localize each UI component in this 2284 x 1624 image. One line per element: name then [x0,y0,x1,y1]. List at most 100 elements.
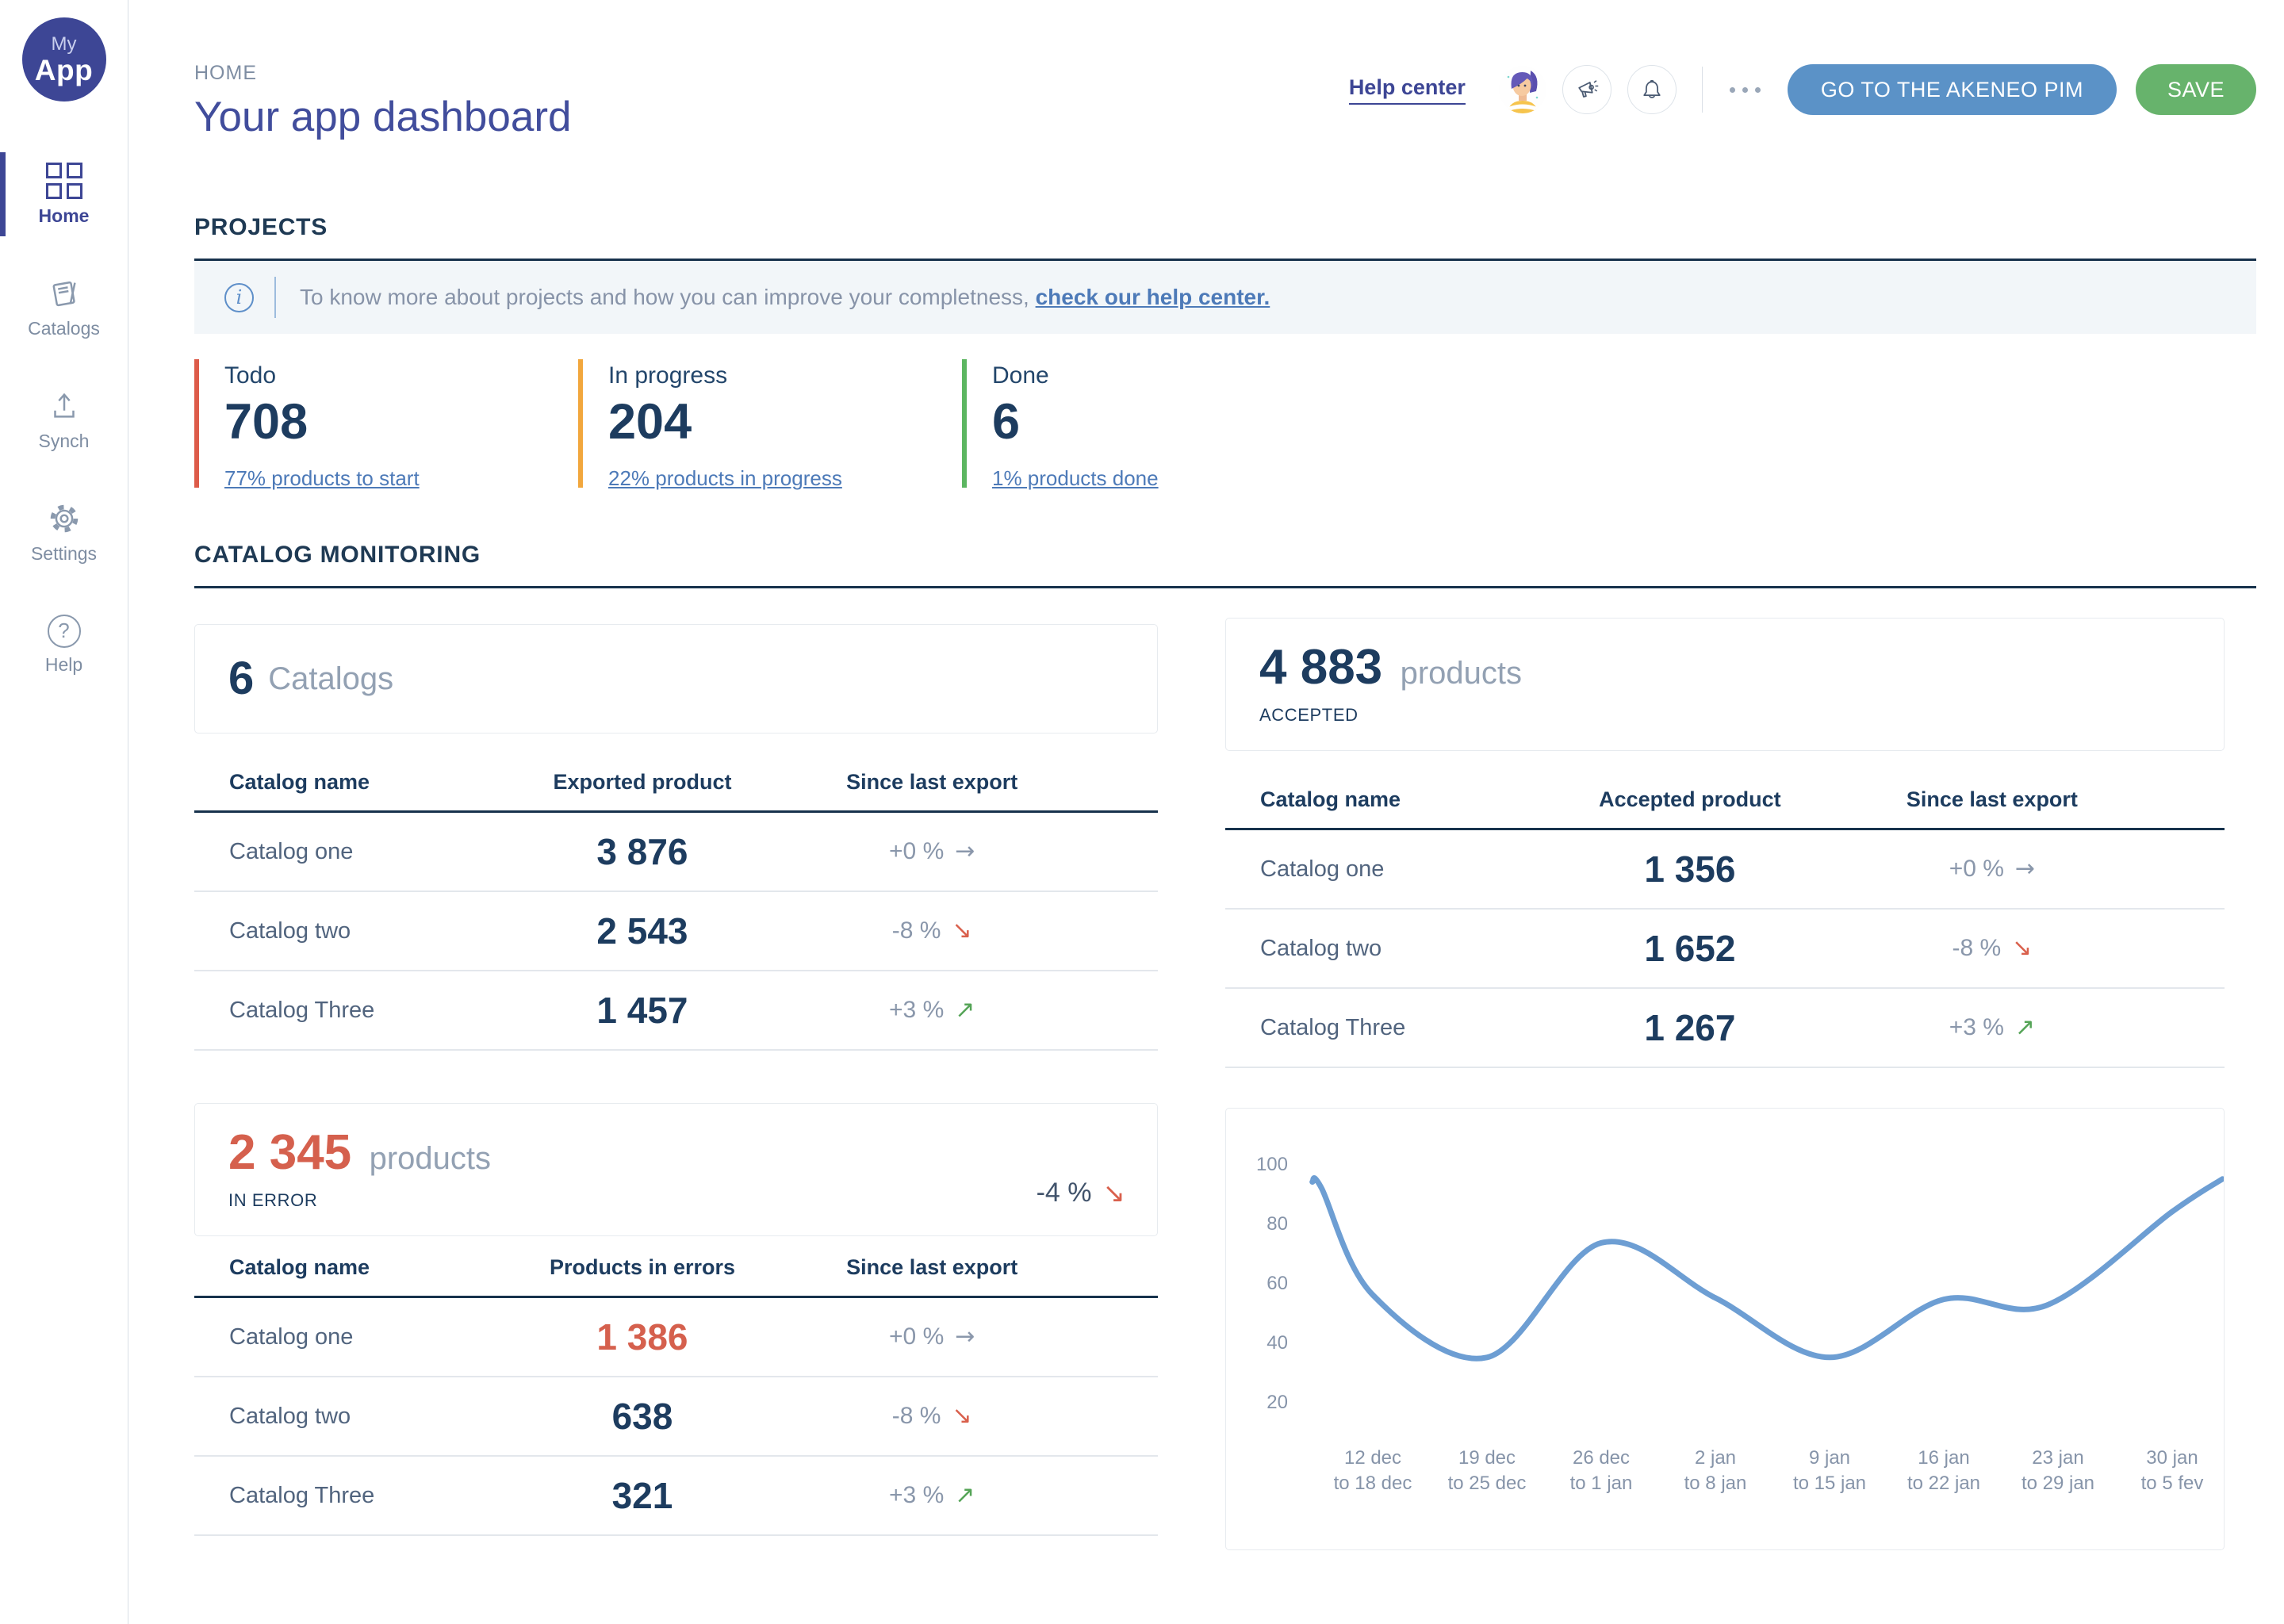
avatar[interactable] [1499,66,1546,113]
x-axis-tick: to 29 jan [2021,1473,2094,1494]
column-header: Catalog name [1225,787,1525,812]
stat-block-in-progress: In progress20422% products in progress [578,359,962,488]
info-icon: i [224,283,254,312]
trend-value: +3 % [889,1482,944,1509]
trend-cell: +3 %↗ [1949,1014,2130,1041]
save-button[interactable]: SAVE [2136,64,2256,115]
y-axis-tick: 80 [1267,1213,1288,1235]
table-header-row: Catalog nameProducts in errorsSince last… [194,1255,1158,1298]
sidebar-item-catalogs[interactable]: Catalogs [0,265,128,349]
bell-icon [1638,75,1666,104]
trend-value: +3 % [889,997,944,1024]
sidebar-item-settings[interactable]: Settings [0,490,128,574]
error-products-sub: IN ERROR [228,1190,1157,1211]
trend-value: +0 % [1949,856,2004,883]
accepted-products-sub: ACCEPTED [1259,705,2224,726]
notifications-button[interactable] [1627,65,1677,114]
trend-cell: +0 %→ [889,1323,1070,1350]
sidebar-item-label: Home [39,205,90,227]
stat-link[interactable]: 1% products done [992,466,1159,491]
error-products-table: Catalog nameProducts in errorsSince last… [194,1255,1158,1536]
table-header-row: Catalog nameExported productSince last e… [194,770,1158,813]
help-icon: ? [48,615,81,648]
projects-section-title: PROJECTS [194,214,2256,261]
sidebar: My App Home Catalogs [0,0,128,1624]
sidebar-item-synch[interactable]: Synch [0,377,128,462]
catalog-value: 321 [612,1474,673,1517]
trend-cell: +3 % ↗ [889,997,1070,1024]
monitoring-section-title: CATALOG MONITORING [194,542,2256,588]
trend-flat-icon: → [2015,857,2035,881]
stat-link[interactable]: 77% products to start [224,466,420,491]
app-logo[interactable]: My App [22,17,106,102]
project-stats: Todo70877% products to startIn progress2… [194,359,2256,488]
y-axis-tick: 60 [1267,1273,1288,1294]
column-header: Catalog name [194,770,484,795]
sidebar-item-help[interactable]: ? Help [0,603,128,687]
column-header: Since last export [846,770,1113,795]
table-row: Catalog two2 543-8 %↘ [194,892,1158,971]
accepted-products-label: products [1401,656,1522,691]
sidebar-item-label: Synch [39,431,90,452]
app-logo-line1: My [52,35,77,54]
x-axis-tick: to 8 jan [1684,1473,1747,1494]
sidebar-nav: Home Catalogs Synch [0,152,128,709]
sidebar-item-label: Help [45,654,82,676]
trend-cell: -8 %↘ [1952,935,2127,962]
column-header: Catalog name [194,1255,484,1280]
go-to-pim-button[interactable]: GO TO THE AKENEO PIM [1788,64,2117,115]
trend-up-icon: ↗ [955,998,975,1022]
trend-value: +0 % [889,838,944,865]
trend-up-icon: ↗ [2015,1016,2035,1040]
stat-value: 204 [608,397,962,447]
table-row: Catalog Three321+3 %↗ [194,1457,1158,1536]
x-axis-tick: 16 jan [1918,1447,1969,1469]
accepted-products-count: 4 883 [1259,640,1382,695]
trend-down-icon: ↘ [952,919,971,943]
x-axis-tick: to 5 fev [2141,1473,2204,1494]
more-options-icon[interactable] [1726,79,1764,101]
x-axis-tick: 19 dec [1458,1447,1516,1469]
error-card-trend: -4 % ↘ [1037,1178,1125,1208]
banner-divider [274,277,276,318]
sidebar-item-home[interactable]: Home [0,152,128,236]
exported-products-table: Catalog nameExported productSince last e… [194,770,1158,1051]
trend-cell: -8 %↘ [892,917,1067,944]
app-logo-line2: App [35,56,93,85]
error-products-label: products [370,1141,491,1176]
table-row: Catalog one3 876+0 %→ [194,813,1158,892]
help-center-link[interactable]: Help center [1349,75,1466,105]
catalogs-icon [46,275,82,312]
stat-link[interactable]: 22% products in progress [608,466,842,491]
stat-label: Todo [224,362,578,389]
catalog-value: 638 [612,1395,673,1438]
y-axis-tick: 20 [1267,1392,1288,1413]
catalog-name: Catalog one [194,1324,484,1350]
trend-cell: +3 %↗ [889,1482,1070,1509]
stat-value: 6 [992,397,1346,447]
table-row: Catalog two638-8 %↘ [194,1377,1158,1457]
stat-label: Done [992,362,1346,389]
monitoring-right-column: 4 883 products ACCEPTED Catalog name Acce… [1225,588,2225,1550]
monitoring-left-column: 6 Catalogs Catalog nameExported productS… [194,588,1158,1550]
catalog-value: 2 543 [596,910,688,952]
table-row: Catalog one1 386+0 %→ [194,1298,1158,1377]
y-axis-tick: 100 [1256,1154,1288,1175]
avatar-illustration [1499,66,1546,113]
accepted-products-card: 4 883 products ACCEPTED [1225,618,2225,751]
stat-block-todo: Todo70877% products to start [194,359,578,488]
stat-block-done: Done 6 1% products done [962,359,1346,488]
announcements-button[interactable] [1562,65,1611,114]
column-header: Products in errors [550,1255,735,1280]
trend-down-icon: ↘ [2012,936,2032,960]
info-banner: i To know more about projects and how yo… [194,261,2256,334]
error-products-count: 2 345 [228,1125,351,1180]
x-axis-tick: 12 dec [1344,1447,1401,1469]
help-center-banner-link[interactable]: check our help center. [1036,285,1270,309]
catalog-name: Catalog two [1225,936,1525,962]
column-header: Accepted product [1599,787,1781,812]
error-products-card: 2 345 products IN ERROR -4 % ↘ [194,1103,1158,1236]
trend-value: +0 % [889,1323,944,1350]
trend-cell: +0 %→ [889,838,1070,865]
x-axis-tick: to 18 dec [1334,1473,1412,1494]
